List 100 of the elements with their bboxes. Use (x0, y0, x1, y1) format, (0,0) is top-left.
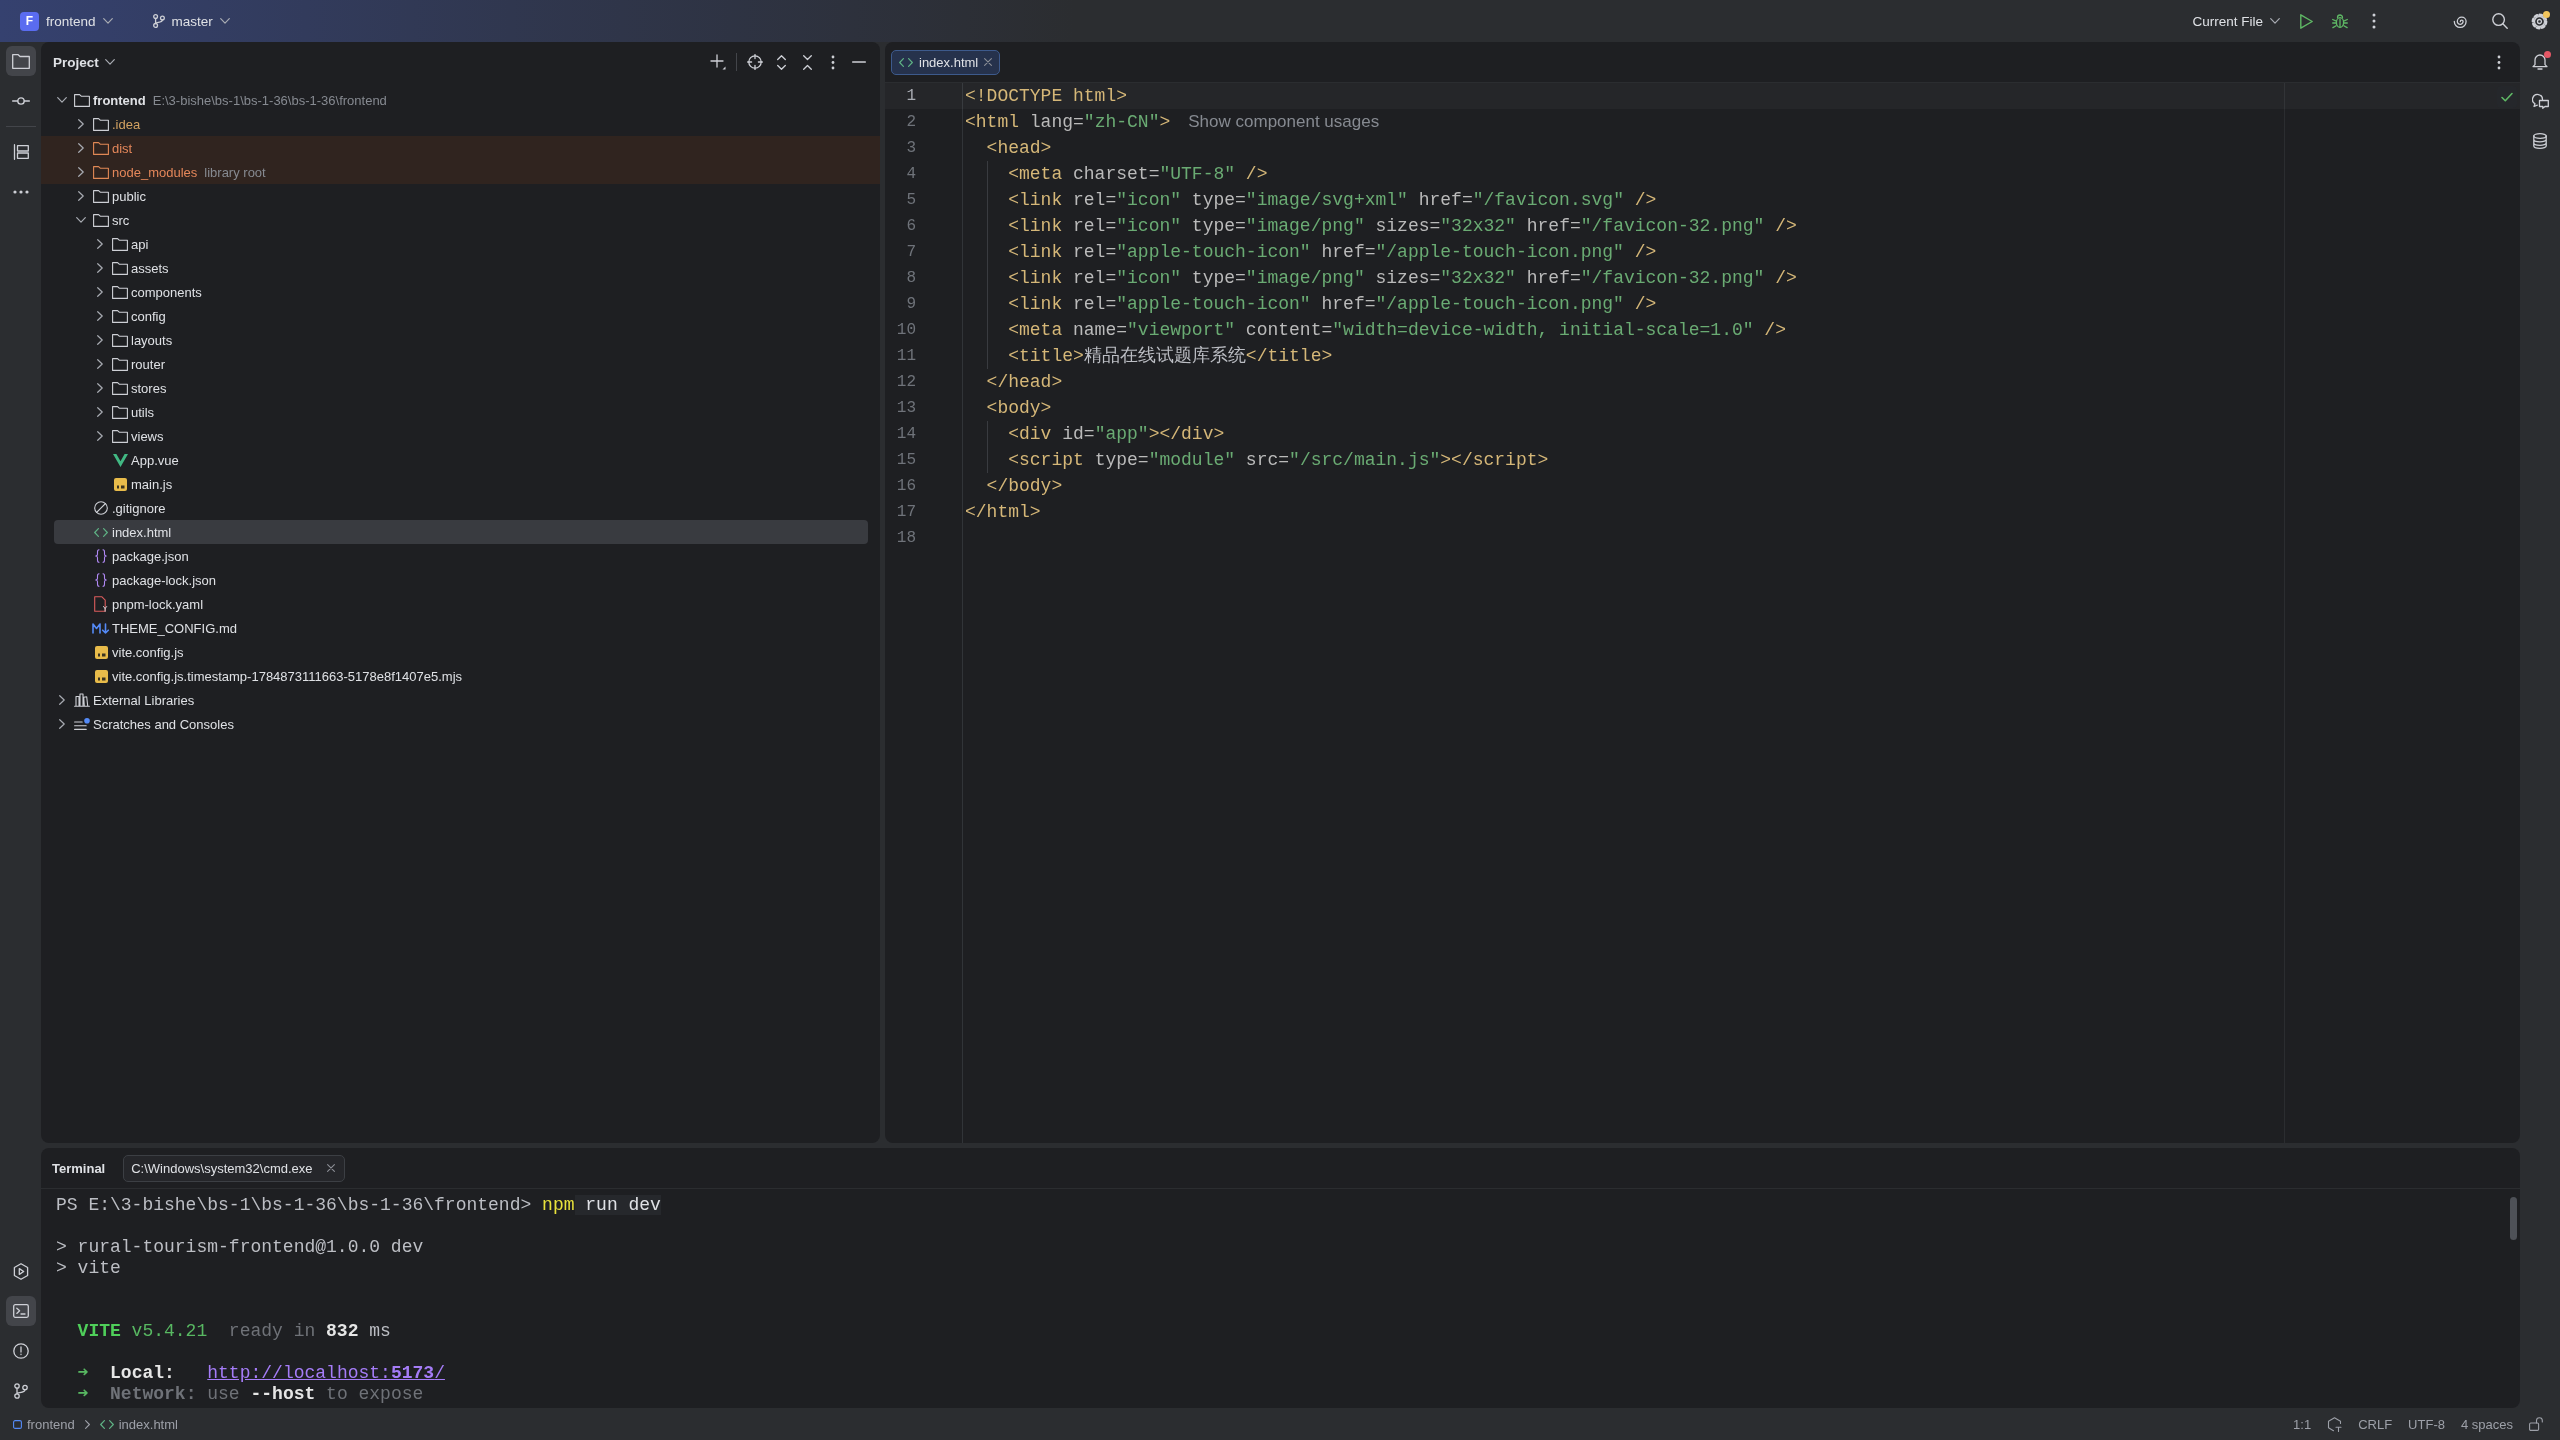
line-number: 4 (905, 164, 916, 185)
tree-item[interactable]: config (54, 304, 868, 328)
chevron-right-icon[interactable] (97, 431, 103, 441)
angle-brackets-icon (899, 57, 913, 67)
project-switcher[interactable]: F frontend (14, 7, 119, 35)
tree-item[interactable]: .gitignore (54, 496, 868, 520)
caret-position[interactable]: 1:1 (2293, 1413, 2312, 1435)
chevron-right-icon[interactable] (97, 287, 103, 297)
database-icon (2533, 133, 2547, 149)
editor-tab[interactable]: index.html (891, 49, 1001, 75)
tree-item[interactable]: components (54, 280, 868, 304)
tree-item[interactable]: THEME_CONFIG.md (54, 616, 868, 640)
line-number: 7 (905, 242, 916, 263)
tree-item[interactable]: utils (54, 400, 868, 424)
document-icon (94, 596, 108, 612)
link[interactable]: http://localhost:5173/ (207, 1363, 445, 1383)
folder-icon (93, 213, 109, 227)
terminal-tab[interactable]: C:\Windows\system32\cmd.exe (123, 1154, 345, 1182)
line-number: 15 (895, 450, 916, 471)
minus-icon (852, 61, 866, 63)
tool-window-button[interactable] (5, 1296, 36, 1326)
chevron-right-icon[interactable] (78, 143, 84, 153)
tree-item[interactable]: src (54, 208, 868, 232)
chevron-right-icon[interactable] (97, 407, 103, 417)
chevron-right-icon[interactable] (97, 263, 103, 273)
folder-icon (11, 53, 30, 69)
tree-item[interactable]: router (54, 352, 868, 376)
tree-item[interactable]: api (54, 232, 868, 256)
tree-item[interactable]: vite.config.js.timestamp-1784873111663-5178e8f1407e5.mjs (54, 664, 868, 688)
breadcrumb-item[interactable]: index.html (99, 1413, 178, 1435)
collapse-icon (802, 54, 812, 70)
code-line: <script type="module" src="/src/main.js"></script> (1008, 449, 1549, 472)
plus-icon (710, 54, 726, 70)
tree-item[interactable]: .idea (54, 112, 868, 136)
open-padlock-icon[interactable] (2529, 1417, 2544, 1431)
chevron-right-icon[interactable] (97, 335, 103, 345)
tree-item[interactable]: views (54, 424, 868, 448)
tree-item[interactable]: public (54, 184, 868, 208)
run-configuration-selector[interactable]: Current File (2186, 7, 2286, 35)
inlay-hint[interactable]: Show component usages (1188, 109, 1380, 135)
line-number: 18 (895, 528, 916, 549)
hexagon-icon[interactable] (2327, 1416, 2343, 1432)
folder-icon (112, 309, 128, 323)
tree-item[interactable]: node_modules library root (41, 160, 880, 184)
folder-icon (112, 261, 128, 275)
chevron-right-icon[interactable] (59, 719, 65, 729)
line-separator[interactable]: CRLF (2358, 1413, 2393, 1435)
square-icon (13, 1419, 22, 1429)
more-icon (12, 190, 29, 194)
breadcrumb-item[interactable]: frontend (13, 1413, 75, 1435)
code-line: </body> (986, 475, 1063, 498)
encoding[interactable]: UTF-8 (2408, 1413, 2445, 1435)
tree-item[interactable]: External Libraries (54, 688, 868, 712)
code-line: <meta name="viewport" content="width=device-width, initial-scale=1.0" /> (1008, 319, 1786, 342)
tree-item[interactable]: App.vue (54, 448, 868, 472)
folder-icon (112, 333, 128, 347)
code-line: <meta charset="UTF-8" /> (1008, 163, 1268, 186)
tree-item[interactable]: dist (41, 136, 880, 160)
chevron-right-icon[interactable] (97, 359, 103, 369)
locate-button[interactable] (744, 51, 766, 73)
close-icon[interactable] (326, 1164, 335, 1172)
tree-item[interactable]: frontend E:\3-bishe\bs-1\bs-1-36\bs-1-36\frontend (54, 88, 868, 112)
close-icon[interactable] (984, 58, 993, 66)
exclamation-circle-icon (12, 1343, 29, 1359)
chevron-down-icon[interactable] (76, 217, 86, 223)
indent-setting[interactable]: 4 spaces (2460, 1413, 2513, 1435)
chevron-right-icon[interactable] (97, 239, 103, 249)
tree-item[interactable]: index.html (54, 520, 868, 544)
chevron-down-icon[interactable] (57, 97, 67, 103)
line-number: 16 (895, 476, 916, 497)
chevron-right-icon[interactable] (78, 191, 84, 201)
tree-item[interactable]: vite.config.js (54, 640, 868, 664)
bug-icon (2332, 13, 2348, 29)
folder-icon (112, 405, 128, 419)
hexagon-play-icon (12, 1262, 29, 1280)
chevron-right-icon[interactable] (97, 383, 103, 393)
tool-window-button[interactable] (5, 46, 36, 76)
scrollbar-thumb[interactable] (2510, 1197, 2517, 1240)
chevron-right-icon[interactable] (59, 695, 65, 705)
spiral-icon (2452, 13, 2470, 29)
tree-item[interactable]: Scratches and Consoles (54, 712, 868, 736)
script-file-icon (94, 645, 108, 659)
tree-item[interactable]: layouts (54, 328, 868, 352)
chevron-right-icon[interactable] (78, 167, 84, 177)
chevron-right-icon[interactable] (97, 311, 103, 321)
view-dropdown[interactable]: Project (53, 50, 115, 74)
play-icon (2299, 13, 2313, 29)
line-number: 17 (895, 502, 916, 523)
terminal-line: > rural-tourism-frontend@1.0.0 dev (56, 1237, 424, 1258)
branch-selector[interactable]: master (146, 7, 236, 35)
tree-item[interactable]: stores (54, 376, 868, 400)
tree-item[interactable]: pnpm-lock.yaml (54, 592, 868, 616)
search-icon (2492, 13, 2508, 29)
commit-icon (11, 97, 30, 105)
tree-item[interactable]: package.json (54, 544, 868, 568)
tree-item[interactable]: package-lock.json (54, 568, 868, 592)
chevron-right-icon[interactable] (78, 119, 84, 129)
tree-item[interactable]: assets (54, 256, 868, 280)
tree-item[interactable]: main.js (54, 472, 868, 496)
line-number: 2 (905, 112, 916, 133)
